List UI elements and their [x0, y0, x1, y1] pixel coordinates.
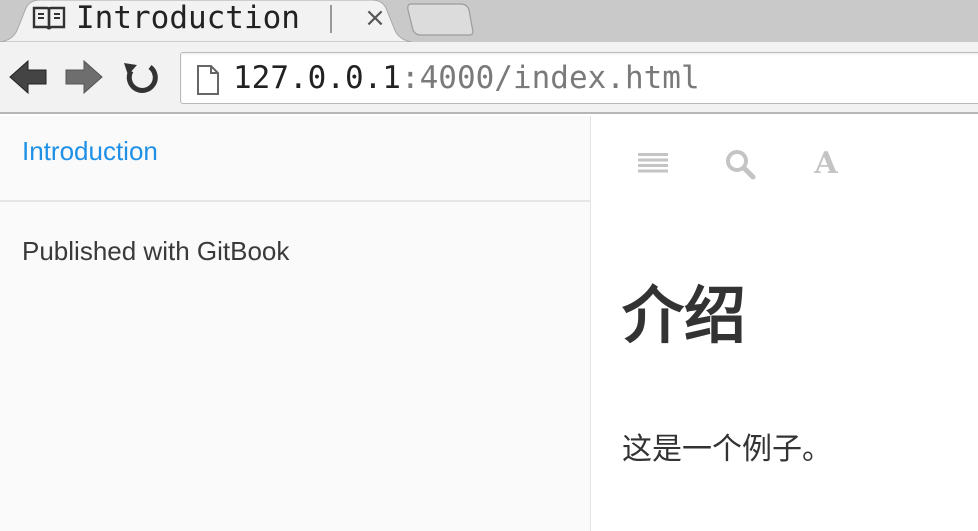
font-settings-icon[interactable]: A	[808, 146, 844, 182]
book-summary-sidebar: Introduction Published with GitBook	[0, 116, 591, 531]
url-path: :4000/index.html	[400, 60, 700, 96]
book-body: A 介绍 这是一个例子。	[592, 116, 978, 531]
sidebar-divider	[0, 200, 591, 202]
sidebar-item-introduction[interactable]: Introduction	[22, 136, 158, 167]
tab-title: Introduction	[76, 0, 300, 36]
reload-icon[interactable]	[120, 57, 164, 97]
tab-introduction[interactable]: Introduction ×	[0, 0, 412, 42]
published-with-gitbook-link[interactable]: Published with GitBook	[22, 236, 289, 267]
tab-divider	[330, 5, 332, 33]
back-arrow-icon[interactable]	[6, 57, 50, 97]
new-tab-button[interactable]	[405, 2, 475, 36]
tab-close-button[interactable]: ×	[360, 2, 390, 34]
page-icon	[197, 65, 219, 95]
font-settings-glyph: A	[814, 146, 838, 181]
tab-strip: Introduction ×	[0, 0, 978, 42]
search-icon[interactable]	[722, 146, 758, 182]
browser-toolbar: 127.0.0.1:4000/index.html	[0, 42, 978, 114]
address-url[interactable]: 127.0.0.1:4000/index.html	[233, 59, 700, 97]
gitbook-book-icon	[32, 6, 66, 30]
hamburger-icon[interactable]	[636, 146, 672, 182]
page-paragraph: 这是一个例子。	[622, 432, 832, 467]
forward-arrow-icon[interactable]	[62, 57, 106, 97]
address-bar[interactable]: 127.0.0.1:4000/index.html	[180, 52, 978, 104]
url-host: 127.0.0.1	[233, 60, 401, 96]
page-title: 介绍	[622, 279, 747, 352]
